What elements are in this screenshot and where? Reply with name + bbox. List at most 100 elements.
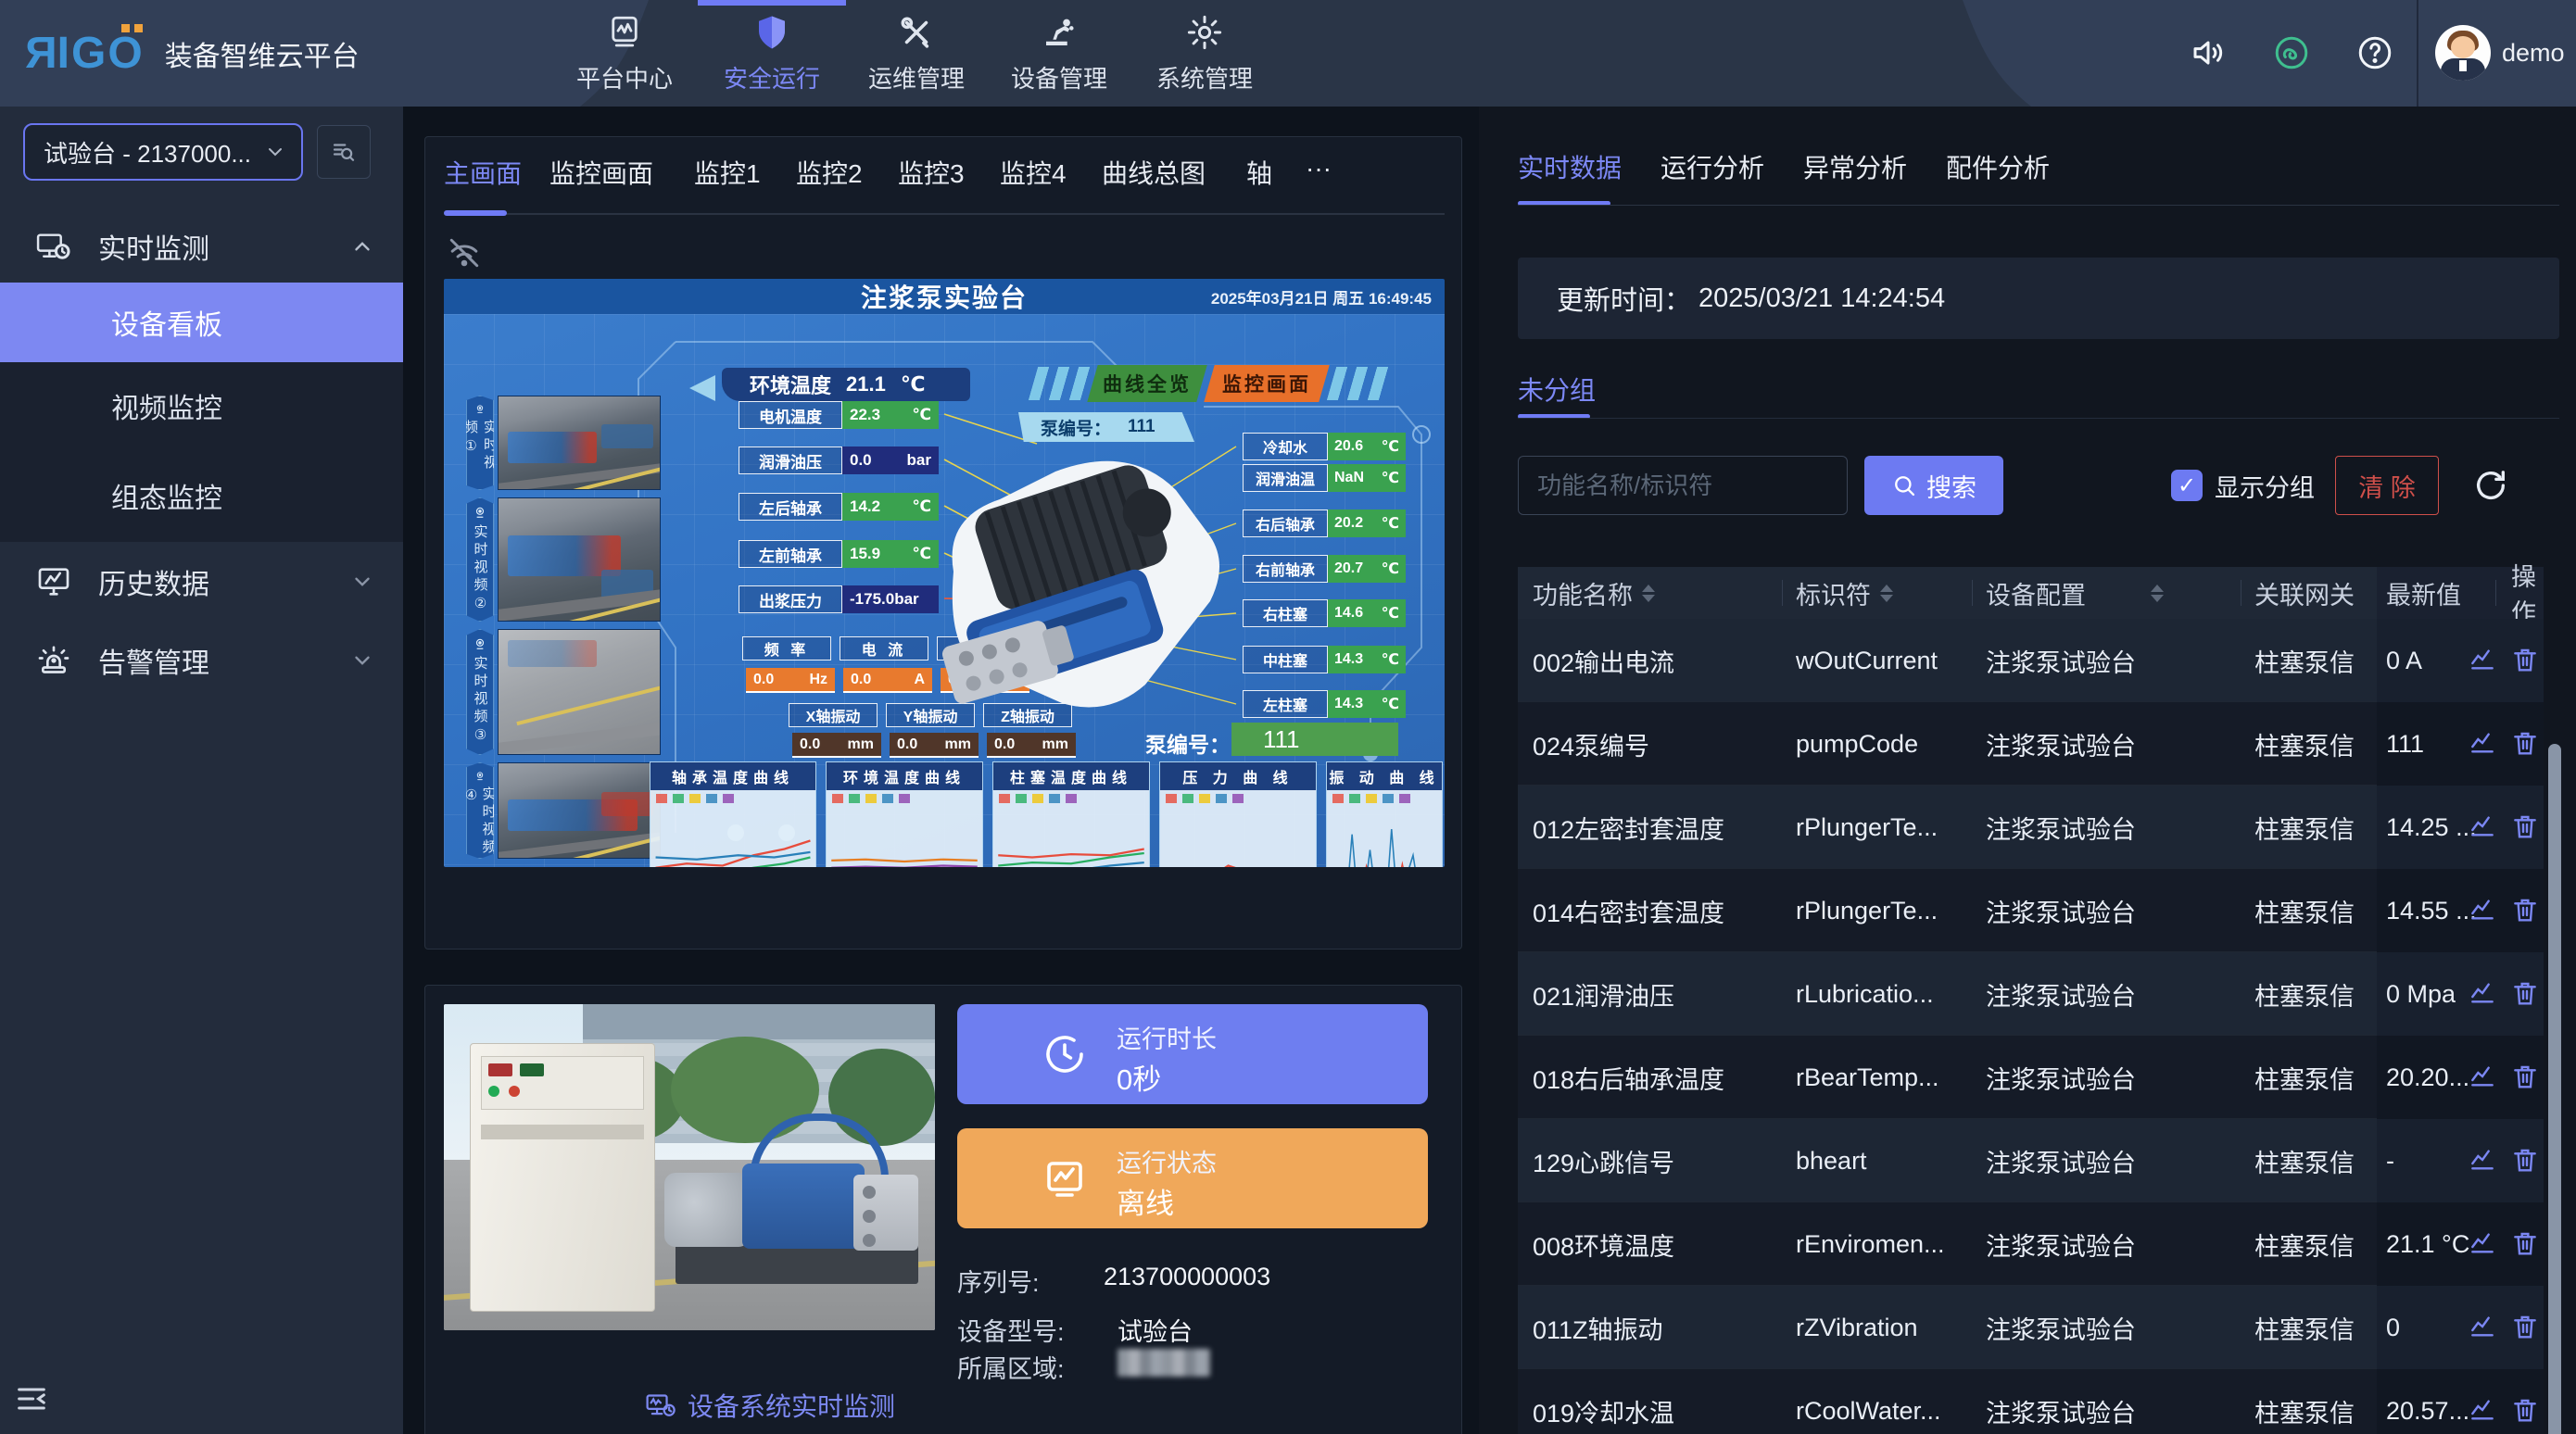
row-delete-icon[interactable] xyxy=(2510,1312,2540,1341)
row-chart-icon[interactable] xyxy=(2468,978,2497,1008)
header-function-name[interactable]: 功能名称 xyxy=(1533,567,1655,619)
row-delete-icon[interactable] xyxy=(2510,895,2540,925)
help-icon[interactable] xyxy=(2355,33,2394,72)
tab-parts-analysis[interactable]: 配件分析 xyxy=(1946,148,2050,185)
function-search-input[interactable] xyxy=(1518,456,1848,515)
update-time-label: 更新时间： xyxy=(1557,279,1691,318)
camera-feed-4[interactable] xyxy=(498,762,661,859)
scada-body: 实时视频① 实时视频② 实时视频③ 实时视频④ xyxy=(444,314,1445,867)
device-system-monitor-link[interactable]: 设备系统实时监测 xyxy=(645,1387,895,1424)
sort-carets[interactable] xyxy=(2151,585,2164,602)
nav-label: 系统管理 xyxy=(1156,60,1253,94)
row-delete-icon[interactable] xyxy=(2510,1145,2540,1175)
sidebar-group-realtime-monitoring[interactable]: 实时监测 xyxy=(0,208,403,284)
row-delete-icon[interactable] xyxy=(2510,978,2540,1008)
nav-item-device-management[interactable]: 设备管理 xyxy=(990,9,1129,98)
cell-latest-value: 20.57... xyxy=(2386,1369,2469,1434)
tab-axis[interactable]: 轴 xyxy=(1246,154,1272,191)
row-chart-icon[interactable] xyxy=(2468,645,2497,674)
alarm-siren-icon xyxy=(35,642,72,679)
clear-button[interactable]: 清 除 xyxy=(2335,456,2439,515)
row-chart-icon[interactable] xyxy=(2468,1228,2497,1258)
sidebar-collapse-icon[interactable] xyxy=(13,1380,50,1417)
brand: RIGO 装备智维云平台 xyxy=(23,0,360,107)
nav-item-ops-management[interactable]: 运维管理 xyxy=(847,9,986,98)
row-chart-icon[interactable] xyxy=(2468,1312,2497,1341)
tab-realtime-data[interactable]: 实时数据 xyxy=(1518,148,1622,185)
row-chart-icon[interactable] xyxy=(2468,811,2497,841)
tab-operation-analysis[interactable]: 运行分析 xyxy=(1661,148,1764,185)
row-delete-icon[interactable] xyxy=(2510,1228,2540,1258)
connection-status-icon[interactable] xyxy=(2272,33,2311,72)
row-delete-icon[interactable] xyxy=(2510,1062,2540,1091)
username[interactable]: demo xyxy=(2502,0,2565,107)
search-button[interactable]: 搜索 xyxy=(1864,456,2003,515)
serial-label: 序列号: xyxy=(957,1263,1040,1299)
refresh-icon[interactable] xyxy=(2472,467,2509,504)
row-chart-icon[interactable] xyxy=(2468,1395,2497,1425)
header-device-config[interactable]: 设备配置 xyxy=(1986,567,2164,619)
webcam-icon xyxy=(474,404,486,414)
tab-monitor-screen[interactable]: 监控画面 xyxy=(549,154,653,191)
camera-feed-1[interactable] xyxy=(498,396,661,490)
camera-feed-2[interactable] xyxy=(498,497,661,622)
tab-monitor-4[interactable]: 监控4 xyxy=(1000,154,1067,191)
sidebar-item-scada-monitoring[interactable]: 组态监控 xyxy=(0,449,403,542)
speaker-icon[interactable] xyxy=(2189,33,2228,72)
table-scrollbar[interactable] xyxy=(2548,744,2561,1434)
row-delete-icon[interactable] xyxy=(2510,1395,2540,1425)
table-row: 012左密封套温度 rPlungerTe... 注浆泵试验台 柱塞泵信 14.2… xyxy=(1518,786,2544,869)
device-select-dropdown[interactable]: 试验台 - 2137000... xyxy=(23,123,303,181)
clock-icon xyxy=(1042,1032,1087,1076)
scada-titlebar: 注浆泵实验台 2025年03月21日 周五 16:49:45 xyxy=(444,279,1445,314)
nav-item-system-management[interactable]: 系统管理 xyxy=(1135,9,1274,98)
model-label: 设备型号: xyxy=(957,1312,1065,1348)
tab-monitor-2[interactable]: 监控2 xyxy=(796,154,863,191)
header-gateway[interactable]: 关联网关 xyxy=(2254,567,2355,619)
runtime-value: 0秒 xyxy=(1117,1056,1161,1098)
show-group-checkbox[interactable]: ✓ xyxy=(2171,470,2203,501)
sidebar-group-alarm-management[interactable]: 告警管理 xyxy=(0,621,403,699)
region-label: 所属区域: xyxy=(957,1349,1065,1385)
avatar[interactable] xyxy=(2435,25,2491,81)
tab-main-screen[interactable]: 主画面 xyxy=(444,154,522,191)
top-bar: RIGO 装备智维云平台 平台中心 安全运行 运维管理 设备管理 系统管理 xyxy=(0,0,2576,107)
cell-latest-value: 0 Mpa xyxy=(2386,952,2456,1036)
tab-monitor-3[interactable]: 监控3 xyxy=(898,154,965,191)
row-chart-icon[interactable] xyxy=(2468,728,2497,758)
sort-carets[interactable] xyxy=(1642,585,1655,602)
header-identifier[interactable]: 标识符 xyxy=(1796,567,1893,619)
camera-feed-3[interactable] xyxy=(498,629,661,755)
sidebar-item-device-dashboard[interactable]: 设备看板 xyxy=(0,283,403,362)
tab-divider xyxy=(1518,205,2559,206)
cell-gateway: 柱塞泵信 xyxy=(2254,619,2375,702)
device-search-button[interactable] xyxy=(317,125,371,179)
cell-identifier: rPlungerTe... xyxy=(1796,786,1963,869)
nav-item-safe-operation[interactable]: 安全运行 xyxy=(702,9,841,98)
platform-monitor-icon xyxy=(605,13,644,52)
row-chart-icon[interactable] xyxy=(2468,1062,2497,1091)
tab-anomaly-analysis[interactable]: 异常分析 xyxy=(1803,148,1907,185)
group-tab-divider xyxy=(1518,418,2559,419)
monitor-screen-button[interactable]: 监控画面 xyxy=(1204,365,1329,402)
row-delete-icon[interactable] xyxy=(2510,811,2540,841)
curve-overview-button[interactable]: 曲线全览 xyxy=(1087,365,1206,402)
tab-more[interactable]: ··· xyxy=(1306,154,1332,183)
sidebar-item-video-monitoring[interactable]: 视频监控 xyxy=(0,362,403,449)
cell-function-name: 014右密封套温度 xyxy=(1533,869,1778,952)
row-chart-icon[interactable] xyxy=(2468,1145,2497,1175)
cell-function-name: 024泵编号 xyxy=(1533,702,1778,786)
metric-x-vibration-value: 0.0mm xyxy=(792,733,881,758)
scada-datetime: 2025年03月21日 周五 16:49:45 xyxy=(1211,279,1432,314)
row-chart-icon[interactable] xyxy=(2468,895,2497,925)
row-delete-icon[interactable] xyxy=(2510,645,2540,674)
cell-device-config: 注浆泵试验台 xyxy=(1986,619,2222,702)
tab-monitor-1[interactable]: 监控1 xyxy=(694,154,761,191)
sidebar-group-history-data[interactable]: 历史数据 xyxy=(0,542,403,621)
tab-curve-overview[interactable]: 曲线总图 xyxy=(1102,154,1206,191)
group-tab-ungrouped[interactable]: 未分组 xyxy=(1518,371,1596,408)
row-delete-icon[interactable] xyxy=(2510,728,2540,758)
scada-screen[interactable]: 注浆泵实验台 2025年03月21日 周五 16:49:45 xyxy=(444,279,1445,867)
sort-carets[interactable] xyxy=(1880,585,1893,602)
nav-item-platform-center[interactable]: 平台中心 xyxy=(555,9,694,98)
